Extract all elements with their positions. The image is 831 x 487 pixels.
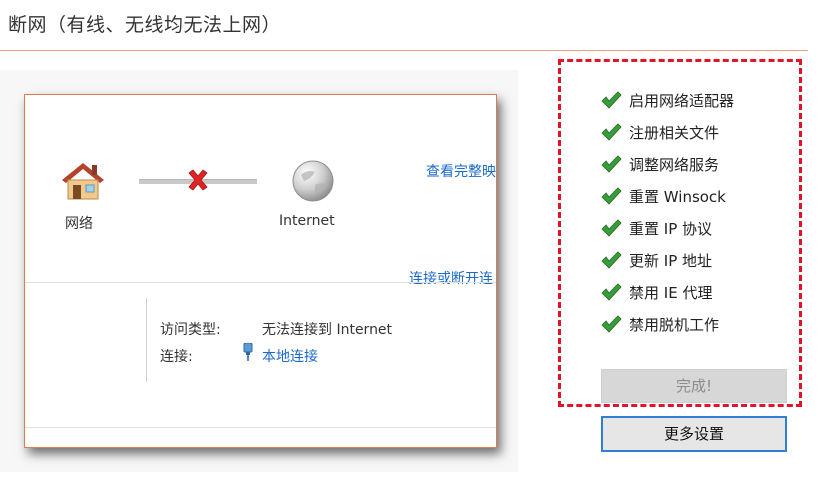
- internet-label: Internet: [279, 213, 335, 229]
- internet-globe-icon: [292, 160, 334, 202]
- repair-step: 重置 Winsock: [600, 184, 800, 208]
- checkmark-icon: [601, 91, 622, 109]
- checkmark-icon: [601, 315, 622, 333]
- checkmark-icon: [601, 283, 622, 301]
- view-full-map-link[interactable]: 查看完整映: [426, 161, 496, 181]
- info-vertical-rule: [146, 298, 147, 382]
- repair-step: 禁用脱机工作: [600, 312, 800, 336]
- repair-step-label: 启用网络适配器: [629, 92, 735, 110]
- page-title: 断网（有线、无线均无法上网）: [8, 14, 282, 36]
- repair-step-label: 重置 IP 协议: [629, 220, 713, 238]
- ethernet-plug-icon: [243, 343, 253, 361]
- repair-step: 调整网络服务: [600, 152, 800, 176]
- local-connection-link[interactable]: 本地连接: [262, 346, 318, 366]
- repair-step: 禁用 IE 代理: [600, 280, 800, 304]
- title-divider: [0, 50, 808, 51]
- checkmark-icon: [601, 155, 622, 173]
- checkmark-icon: [601, 187, 622, 205]
- checkmark-icon: [601, 123, 622, 141]
- done-button[interactable]: 完成!: [601, 369, 787, 403]
- home-network-icon: [62, 163, 104, 200]
- repair-step-label: 禁用 IE 代理: [629, 284, 713, 302]
- connect-disconnect-link[interactable]: 连接或断开连: [409, 268, 493, 288]
- checkmark-icon: [601, 219, 622, 237]
- repair-step: 更新 IP 地址: [600, 248, 800, 272]
- repair-step-label: 更新 IP 地址: [629, 252, 713, 270]
- connection-label: 连接:: [160, 349, 193, 365]
- access-type-label: 访问类型:: [160, 322, 221, 338]
- bottom-divider: [25, 427, 496, 428]
- more-settings-button[interactable]: 更多设置: [601, 416, 787, 452]
- network-status-window: 网络 Internet 查看完整映 连接或断开连 访问类型: 无法连接到 Int…: [24, 94, 497, 448]
- network-label: 网络: [65, 216, 93, 232]
- repair-step: 启用网络适配器: [600, 88, 800, 112]
- repair-step: 注册相关文件: [600, 120, 800, 144]
- repair-step-label: 注册相关文件: [629, 124, 720, 142]
- repair-step: 重置 IP 协议: [600, 216, 800, 240]
- section-divider: [25, 282, 496, 283]
- checkmark-icon: [601, 251, 622, 269]
- repair-step-label: 调整网络服务: [629, 156, 720, 174]
- disconnected-x-icon: [188, 169, 208, 191]
- access-type-value: 无法连接到 Internet: [262, 322, 393, 338]
- repair-step-label: 重置 Winsock: [629, 188, 726, 206]
- repair-step-label: 禁用脱机工作: [629, 316, 720, 334]
